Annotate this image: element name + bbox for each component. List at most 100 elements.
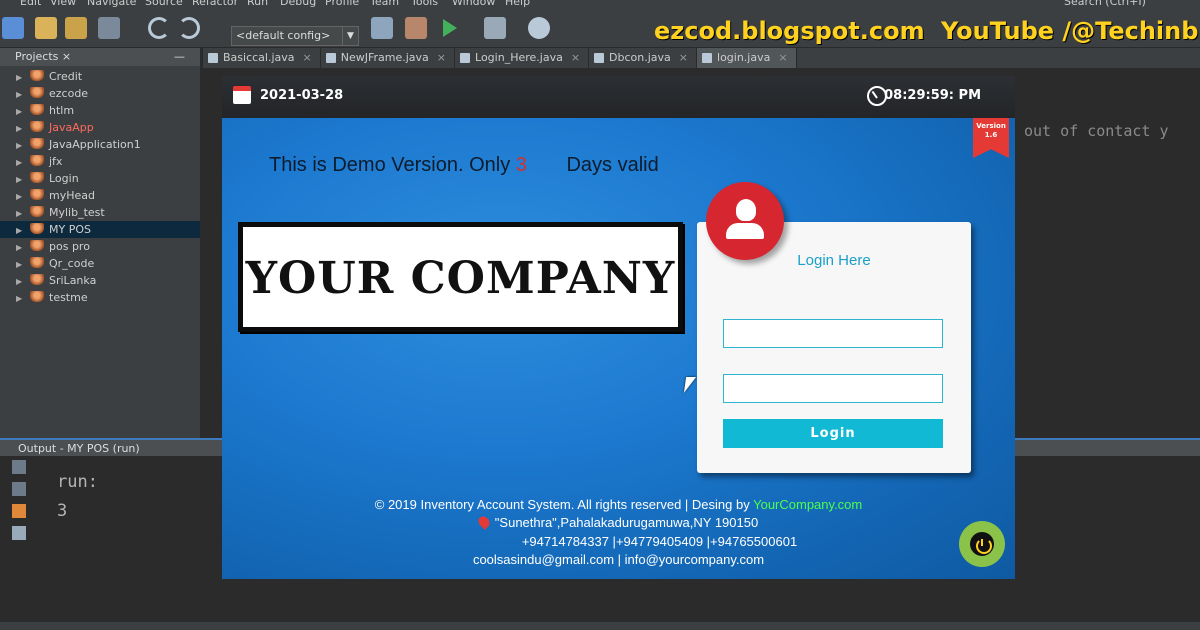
project-item[interactable]: ▶ ezcode xyxy=(0,85,200,102)
expand-icon[interactable]: ▶ xyxy=(16,171,30,188)
rerun-config-icon[interactable] xyxy=(12,482,26,496)
menu-window[interactable]: Window xyxy=(452,0,495,8)
footer-emails: coolsasindu@gmail.com | info@yourcompany… xyxy=(472,552,765,567)
expand-icon[interactable]: ▶ xyxy=(16,86,30,103)
project-item[interactable]: ▶ jfx xyxy=(0,153,200,170)
projects-panel: Projects × — ▶ Credit ▶ ezcode ▶ htlm ▶ Java… xyxy=(0,48,200,440)
redo-icon[interactable] xyxy=(178,17,200,39)
undo-icon[interactable] xyxy=(148,17,170,39)
output-text: run: 3 xyxy=(57,468,98,526)
new-file-icon[interactable] xyxy=(2,17,24,39)
expand-icon[interactable]: ▶ xyxy=(16,256,30,273)
footer-copyright: © 2019 Inventory Account System. All rig… xyxy=(374,497,863,512)
ide-toolbar: <default config> ▼ ezcod.blogspot.com Yo… xyxy=(0,10,1200,48)
status-bar xyxy=(0,622,1200,630)
menu-view[interactable]: View xyxy=(50,0,76,8)
project-item[interactable]: ▶ htlm xyxy=(0,102,200,119)
calendar-icon xyxy=(233,86,251,104)
location-pin-icon xyxy=(476,514,492,530)
tab-login-here[interactable]: Login_Here.java × xyxy=(455,48,590,68)
menu-tools[interactable]: Tools xyxy=(411,0,438,8)
menu-edit[interactable]: Edit xyxy=(20,0,41,8)
expand-icon[interactable]: ▶ xyxy=(16,239,30,256)
coffee-cup-icon xyxy=(30,274,44,285)
project-item[interactable]: ▶ JavaApplication1 xyxy=(0,136,200,153)
expand-icon[interactable]: ▶ xyxy=(16,188,30,205)
login-window: 2021-03-28 08:29:59: PM Version 1.6 This… xyxy=(222,76,1015,579)
menu-refactor[interactable]: Refactor xyxy=(192,0,238,8)
login-button[interactable]: Login xyxy=(723,419,943,448)
menu-bar: Edit View Navigate Source Refactor Run D… xyxy=(0,0,1200,10)
project-item[interactable]: ▶ SriLanka xyxy=(0,272,200,289)
close-icon[interactable]: × xyxy=(437,51,446,64)
close-icon[interactable]: × xyxy=(679,51,688,64)
project-item[interactable]: ▶ Mylib_test xyxy=(0,204,200,221)
expand-icon[interactable]: ▶ xyxy=(16,205,30,222)
project-item[interactable]: ▶ Credit xyxy=(0,68,200,85)
tab-basiccal[interactable]: Basiccal.java × xyxy=(203,48,321,68)
coffee-cup-icon xyxy=(30,121,44,132)
project-item[interactable]: ▶ myHead xyxy=(0,187,200,204)
expand-icon[interactable]: ▶ xyxy=(16,69,30,86)
login-card: Login Here Login xyxy=(697,222,971,473)
username-field[interactable] xyxy=(723,319,943,348)
menu-source[interactable]: Source xyxy=(145,0,183,8)
tab-login[interactable]: login.java × xyxy=(697,48,797,68)
demo-days: 3 xyxy=(515,154,527,176)
designer-link[interactable]: YourCompany.com xyxy=(753,497,862,512)
projects-header: Projects × — xyxy=(0,48,200,66)
expand-icon[interactable]: ▶ xyxy=(16,103,30,120)
clean-build-icon[interactable] xyxy=(405,17,427,39)
stop-icon[interactable] xyxy=(12,504,26,518)
menu-profile[interactable]: Profile xyxy=(325,0,359,8)
hammer-icon[interactable] xyxy=(371,17,393,39)
coffee-cup-icon xyxy=(30,70,44,81)
footer-address: "Sunethra",Pahalakadurugamuwa,NY 190150 xyxy=(222,514,1015,530)
close-icon[interactable]: × xyxy=(571,51,580,64)
project-item[interactable]: ▶ JavaApp xyxy=(0,119,200,136)
project-item[interactable]: ▶ Login xyxy=(0,170,200,187)
new-project-icon[interactable] xyxy=(35,17,57,39)
settings-icon[interactable] xyxy=(12,526,26,540)
save-all-icon[interactable] xyxy=(98,17,120,39)
expand-icon[interactable]: ▶ xyxy=(16,222,30,239)
search-hint[interactable]: Search (Ctrl+I) xyxy=(1064,0,1146,8)
profile-icon[interactable] xyxy=(528,17,550,39)
demo-notice: This is Demo Version. Only 3 Days valid xyxy=(269,154,659,177)
expand-icon[interactable]: ▶ xyxy=(16,120,30,137)
minimize-icon[interactable]: — xyxy=(174,50,185,64)
footer-phones: +94714784337 |+94779405409 |+94765500601 xyxy=(521,534,798,549)
project-item-selected[interactable]: ▶ MY POS xyxy=(0,221,200,238)
debug-icon[interactable] xyxy=(484,17,506,39)
menu-team[interactable]: Team xyxy=(370,0,399,8)
menu-help[interactable]: Help xyxy=(505,0,530,8)
version-ribbon: Version 1.6 xyxy=(973,118,1009,158)
rerun-icon[interactable] xyxy=(12,460,26,474)
expand-icon[interactable]: ▶ xyxy=(16,137,30,154)
config-select[interactable]: <default config> ▼ xyxy=(231,26,359,46)
close-icon[interactable]: × xyxy=(62,50,71,63)
project-item[interactable]: ▶ pos pro xyxy=(0,238,200,255)
expand-icon[interactable]: ▶ xyxy=(16,273,30,290)
close-icon[interactable]: × xyxy=(778,51,787,64)
expand-icon[interactable]: ▶ xyxy=(16,290,30,307)
brand-youtube: YouTube /@Techinb xyxy=(941,17,1199,45)
menu-navigate[interactable]: Navigate xyxy=(87,0,136,8)
coffee-cup-icon xyxy=(30,257,44,268)
expand-icon[interactable]: ▶ xyxy=(16,154,30,171)
menu-run[interactable]: Run xyxy=(247,0,268,8)
project-item[interactable]: ▶ Qr_code xyxy=(0,255,200,272)
time-display: 08:29:59: PM xyxy=(884,88,981,103)
password-field[interactable] xyxy=(723,374,943,403)
close-icon[interactable]: × xyxy=(303,51,312,64)
tab-dbcon[interactable]: Dbcon.java × xyxy=(589,48,698,68)
coffee-cup-icon xyxy=(30,240,44,251)
open-project-icon[interactable] xyxy=(65,17,87,39)
coffee-cup-icon xyxy=(30,172,44,183)
tab-newjframe[interactable]: NewJFrame.java × xyxy=(321,48,456,68)
window-body: Version 1.6 This is Demo Version. Only 3… xyxy=(222,118,1015,579)
demo-prefix: This is Demo Version. Only xyxy=(269,154,511,176)
menu-debug[interactable]: Debug xyxy=(280,0,316,8)
project-item[interactable]: ▶ testme xyxy=(0,289,200,306)
run-icon[interactable] xyxy=(443,19,457,37)
